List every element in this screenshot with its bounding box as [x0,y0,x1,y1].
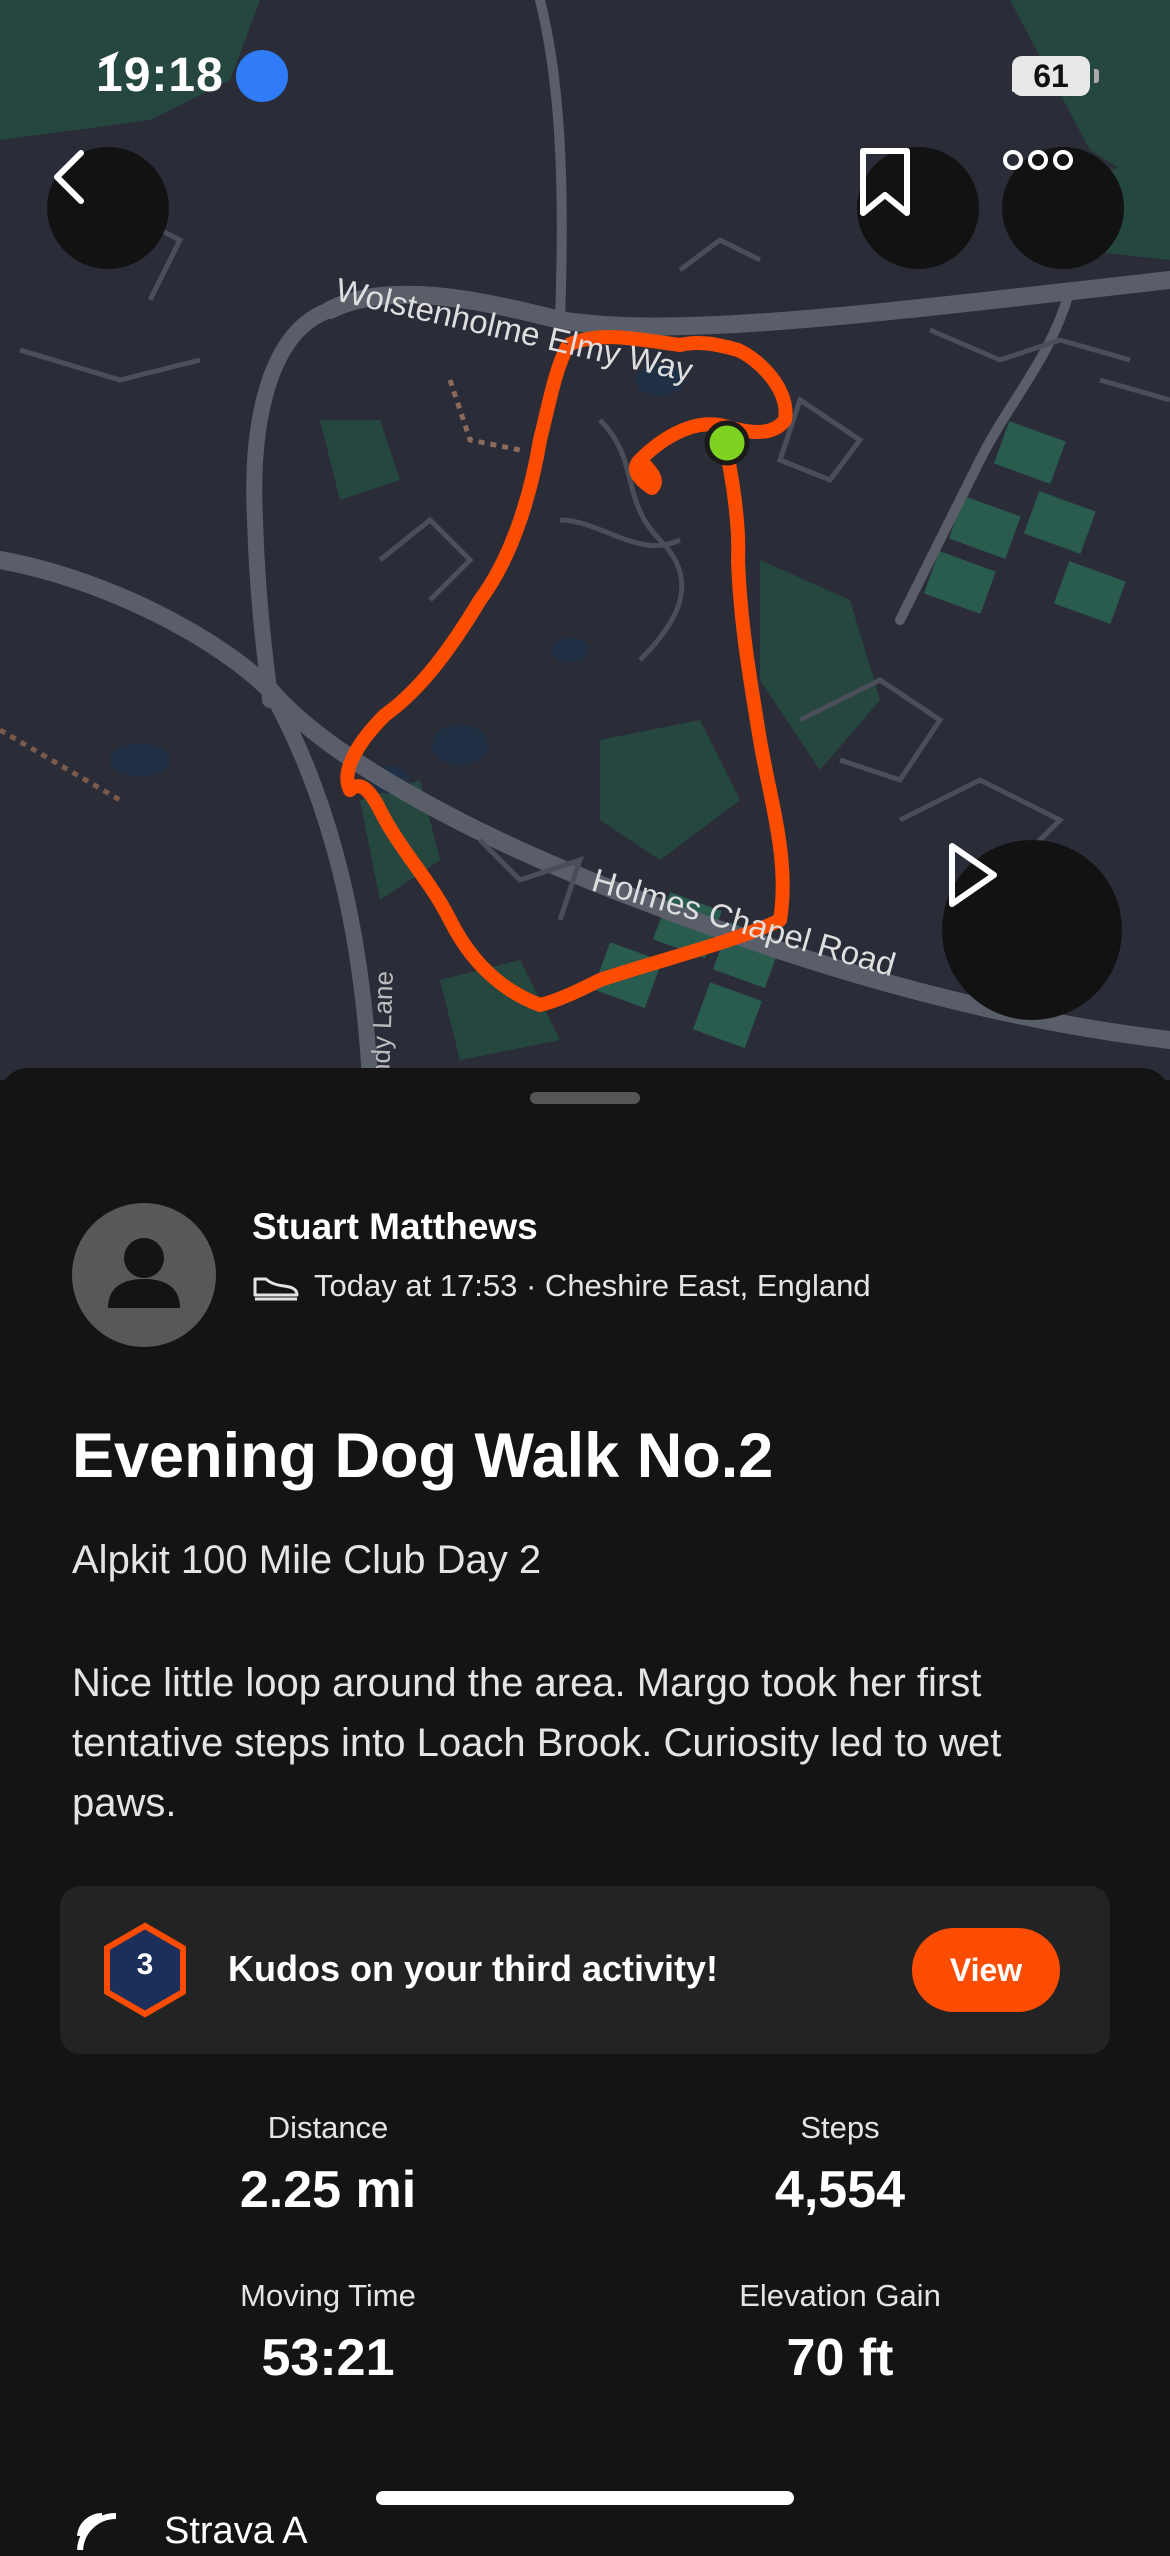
status-bar-icons: 61 [1012,56,1099,96]
kudos-card: 3 Kudos on your third activity! View [60,1886,1110,2054]
play-flyover-button[interactable] [942,840,1122,1020]
location-arrow-icon [99,49,288,102]
stat-elevation-gain: Elevation Gain 70 ft [640,2278,1040,2388]
bookmark-button[interactable] [857,147,979,269]
status-bar-time: 19:18 [96,48,288,103]
stat-label: Steps [800,2110,880,2145]
stat-value: 4,554 [774,2161,906,2219]
kudos-message: Kudos on your third activity! [228,1948,719,1989]
badge-number: 3 [136,1948,154,1981]
stat-value: 2.25 mi [239,2161,417,2219]
stat-value: 53:21 [261,2329,395,2387]
home-indicator[interactable] [376,2491,794,2505]
stat-label: Elevation Gain [739,2278,941,2313]
route-start-marker [704,420,750,466]
stat-distance: Distance 2.25 mi [128,2110,528,2220]
signal-waves-icon [77,2512,117,2551]
road-label-sandy-lane: Sandy Lane [364,970,399,1080]
stat-moving-time: Moving Time 53:21 [128,2278,528,2388]
person-icon [108,1238,180,1308]
stat-value: 70 ft [786,2329,894,2387]
more-dots-icon [1003,150,1073,170]
chevron-left-icon [54,150,84,204]
avatar[interactable] [72,1203,216,1347]
more-options-button[interactable] [1002,147,1124,269]
activity-description: Nice little loop around the area. Margo … [72,1661,1002,1825]
activity-meta: Today at 17:53 · Cheshire East, England [252,1268,871,1304]
activity-sheet: Stuart Matthews Today at 17:53 · Cheshir… [0,1068,1170,2552]
strava-app-label: Strava A [164,2509,308,2552]
bookmark-icon [860,148,910,216]
view-button[interactable]: View [912,1928,1060,2012]
stat-label: Distance [267,2110,389,2145]
battery-icon: 61 [1012,56,1099,96]
play-icon [949,843,997,907]
strava-app-row[interactable]: Strava A [72,2506,308,2556]
activity-title: Evening Dog Walk No.2 [72,1421,774,1491]
shoe-icon [253,1277,299,1301]
back-button[interactable] [47,147,169,269]
route-map[interactable]: Wolstenholme Elmy Way Holmes Chapel Road… [0,0,1170,1080]
activity-subtitle: Alpkit 100 Mile Club Day 2 [72,1538,542,1582]
sheet-drag-handle[interactable] [530,1092,640,1104]
athlete-name[interactable]: Stuart Matthews [252,1206,538,1248]
stat-label: Moving Time [240,2278,416,2313]
stat-steps: Steps 4,554 [640,2110,1040,2220]
activity-meta-text: Today at 17:53 · Cheshire East, England [314,1268,871,1303]
